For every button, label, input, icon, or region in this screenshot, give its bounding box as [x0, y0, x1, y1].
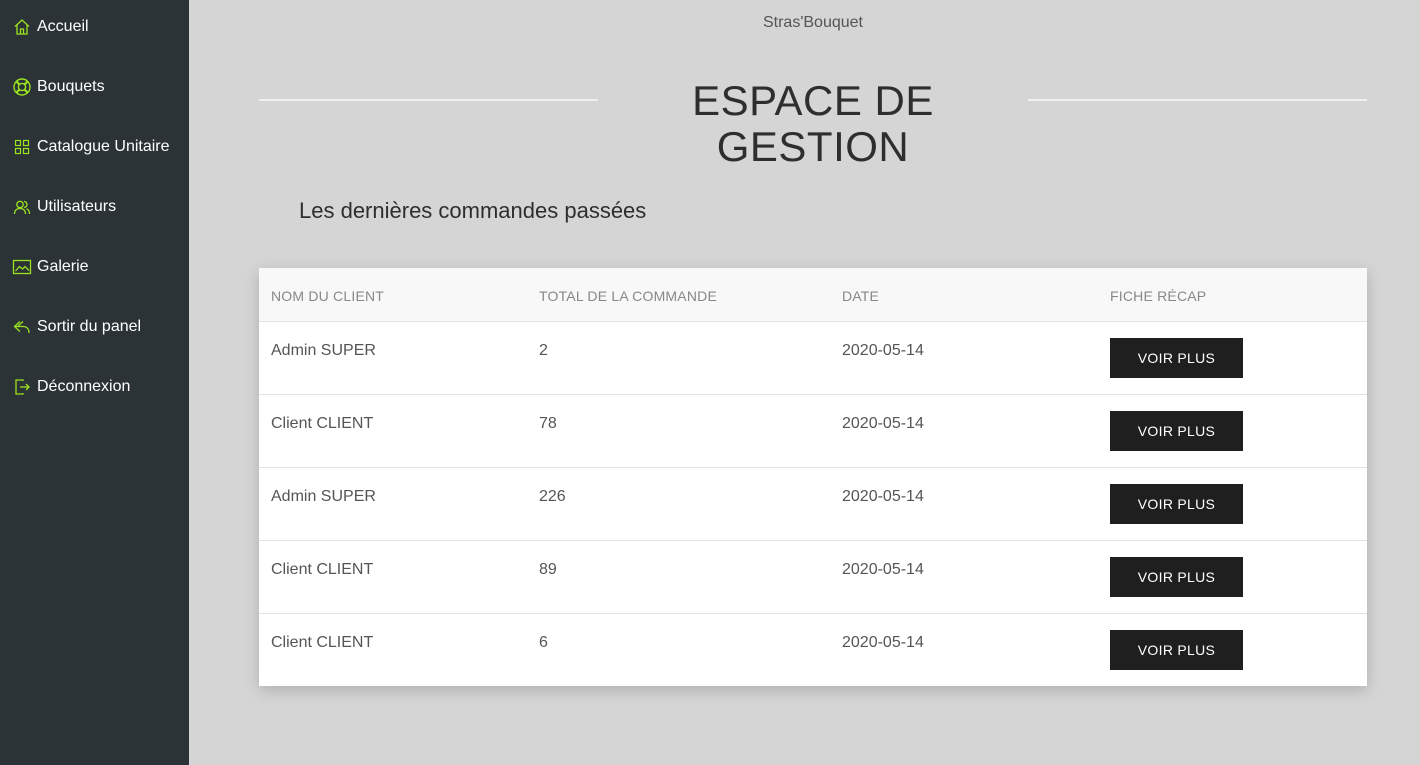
sidebar-item-deconnexion[interactable]: Déconnexion	[12, 372, 130, 402]
section-title: Les dernières commandes passées	[299, 198, 647, 223]
cell-client: Admin SUPER	[271, 488, 376, 505]
cell-total: 78	[539, 415, 557, 432]
table-row: Admin SUPER 226 2020-05-14 VOIR PLUS	[259, 468, 1367, 541]
sidebar-item-label: Galerie	[37, 258, 89, 275]
voir-plus-button[interactable]: VOIR PLUS	[1110, 484, 1243, 524]
image-icon	[12, 257, 32, 277]
sidebar-item-bouquets[interactable]: Bouquets	[12, 72, 105, 102]
table-row: Client CLIENT 78 2020-05-14 VOIR PLUS	[259, 395, 1367, 468]
column-header-client: NOM DU CLIENT	[271, 288, 385, 304]
cell-total: 6	[539, 634, 548, 651]
orders-table: NOM DU CLIENT TOTAL DE LA COMMANDE DATE …	[259, 268, 1367, 686]
table-row: Client CLIENT 89 2020-05-14 VOIR PLUS	[259, 541, 1367, 614]
cell-date: 2020-05-14	[842, 488, 924, 505]
grid-icon	[12, 137, 32, 157]
cell-date: 2020-05-14	[842, 561, 924, 578]
page-title-block: ESPACE DE GESTION	[259, 78, 1367, 170]
sidebar-item-label: Sortir du panel	[37, 318, 142, 335]
sidebar-item-label: Accueil	[37, 18, 89, 35]
cell-total: 226	[539, 488, 566, 505]
column-header-date: DATE	[842, 288, 880, 304]
sidebar: Accueil Bouquets Catalogue Unitaire Util…	[0, 0, 189, 765]
voir-plus-button[interactable]: VOIR PLUS	[1110, 411, 1243, 451]
cell-client: Client CLIENT	[271, 415, 374, 432]
cell-total: 89	[539, 561, 557, 578]
sidebar-item-utilisateurs[interactable]: Utilisateurs	[12, 192, 116, 222]
sidebar-item-label: Déconnexion	[37, 378, 131, 395]
page-title: ESPACE DE GESTION	[692, 77, 934, 170]
brand-name: Stras'Bouquet	[762, 14, 863, 31]
title-divider-left	[259, 99, 598, 101]
logout-icon	[12, 377, 32, 397]
sidebar-item-galerie[interactable]: Galerie	[12, 252, 89, 282]
cell-client: Client CLIENT	[271, 634, 374, 651]
column-header-total: TOTAL DE LA COMMANDE	[539, 288, 717, 304]
lifebuoy-icon	[12, 77, 32, 97]
main-content: Stras'Bouquet ESPACE DE GESTION Les dern…	[189, 0, 1420, 765]
voir-plus-button[interactable]: VOIR PLUS	[1110, 338, 1243, 378]
sidebar-item-label: Catalogue Unitaire	[37, 138, 170, 155]
table-row: Admin SUPER 2 2020-05-14 VOIR PLUS	[259, 322, 1367, 395]
sidebar-item-sortir[interactable]: Sortir du panel	[12, 312, 141, 342]
reply-icon	[12, 317, 32, 337]
sidebar-item-accueil[interactable]: Accueil	[12, 12, 89, 42]
cell-client: Client CLIENT	[271, 561, 374, 578]
cell-date: 2020-05-14	[842, 415, 924, 432]
cell-date: 2020-05-14	[842, 342, 924, 359]
voir-plus-button[interactable]: VOIR PLUS	[1110, 630, 1243, 670]
column-header-recap: FICHE RÉCAP	[1110, 288, 1207, 304]
cell-client: Admin SUPER	[271, 342, 376, 359]
table-header: NOM DU CLIENT TOTAL DE LA COMMANDE DATE …	[259, 268, 1367, 322]
cell-total: 2	[539, 342, 548, 359]
table-row: Client CLIENT 6 2020-05-14 VOIR PLUS	[259, 614, 1367, 687]
home-icon	[12, 17, 32, 37]
users-icon	[12, 197, 32, 217]
sidebar-item-catalogue[interactable]: Catalogue Unitaire	[12, 132, 170, 162]
sidebar-item-label: Bouquets	[37, 78, 105, 95]
sidebar-item-label: Utilisateurs	[37, 198, 117, 215]
cell-date: 2020-05-14	[842, 634, 924, 651]
title-divider-right	[1028, 99, 1367, 101]
voir-plus-button[interactable]: VOIR PLUS	[1110, 557, 1243, 597]
